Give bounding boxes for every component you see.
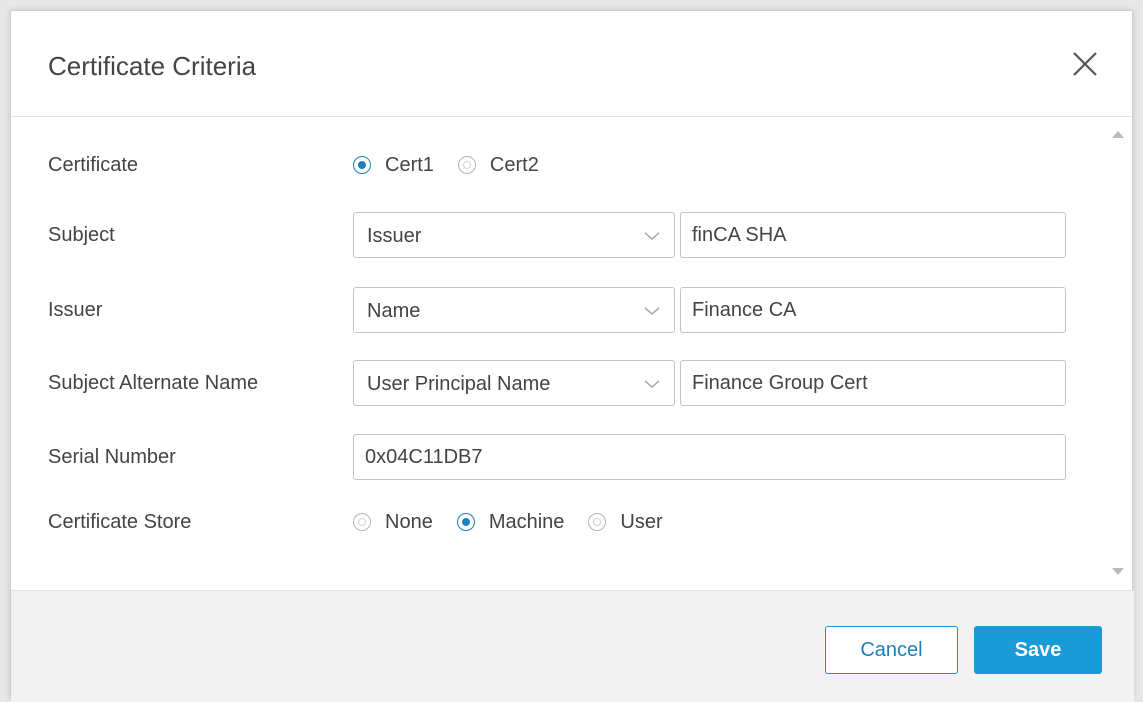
radio-button-unchecked[interactable] bbox=[588, 513, 607, 531]
radio-option-cert1[interactable]: Cert1 bbox=[353, 154, 434, 177]
scroll-up-arrow-icon[interactable] bbox=[1112, 131, 1124, 138]
chevron-down-icon bbox=[644, 307, 660, 315]
radio-label-cert1: Cert1 bbox=[385, 153, 434, 176]
radio-label-machine: Machine bbox=[488, 510, 565, 533]
radio-option-cert2[interactable]: Cert2 bbox=[457, 153, 539, 177]
san-select[interactable]: User Principal Name bbox=[353, 360, 675, 406]
radio-label-none: None bbox=[385, 510, 433, 533]
serial-row: Serial Number 0x04C11DB7 bbox=[48, 434, 1104, 480]
scroll-down-arrow-icon[interactable] bbox=[1112, 568, 1124, 575]
radio-button-unchecked[interactable] bbox=[457, 156, 476, 174]
san-row: Subject Alternate Name User Principal Na… bbox=[48, 360, 1104, 406]
radio-option-none[interactable]: None bbox=[353, 511, 433, 534]
certificate-criteria-dialog: Certificate Criteria Certificate Cert1 C… bbox=[10, 10, 1134, 702]
radio-option-machine[interactable]: Machine bbox=[456, 510, 565, 534]
serial-number-label: Serial Number bbox=[48, 446, 176, 468]
dialog-header: Certificate Criteria bbox=[11, 11, 1132, 117]
radio-label-cert2: Cert2 bbox=[489, 153, 539, 176]
subject-row: Subject Issuer finCA SHA bbox=[48, 212, 1104, 258]
issuer-label: Issuer bbox=[48, 299, 103, 321]
certificate-radio-group: Cert1 Cert2 bbox=[353, 142, 563, 188]
dialog-title: Certificate Criteria bbox=[48, 51, 257, 81]
cancel-button[interactable]: Cancel bbox=[825, 626, 958, 674]
subject-select-value: Issuer bbox=[367, 225, 422, 247]
subject-label: Subject bbox=[48, 224, 115, 246]
subject-input[interactable]: finCA SHA bbox=[680, 212, 1066, 258]
certificate-store-radio-group: None Machine User bbox=[353, 499, 687, 545]
issuer-select-value: Name bbox=[367, 300, 421, 322]
close-icon bbox=[1073, 52, 1097, 76]
chevron-down-icon bbox=[644, 232, 660, 240]
dialog-body: Certificate Cert1 Cert2 Subject Issuer f… bbox=[11, 117, 1104, 589]
certificate-store-label: Certificate Store bbox=[48, 511, 192, 533]
san-label: Subject Alternate Name bbox=[48, 372, 259, 394]
radio-button-checked[interactable] bbox=[456, 513, 475, 531]
issuer-row: Issuer Name Finance CA bbox=[48, 287, 1104, 333]
close-button[interactable] bbox=[1070, 49, 1100, 79]
issuer-select[interactable]: Name bbox=[353, 287, 675, 333]
save-button[interactable]: Save bbox=[974, 626, 1102, 674]
certificate-store-row: Certificate Store None Machine User bbox=[48, 499, 1104, 545]
san-input[interactable]: Finance Group Cert bbox=[680, 360, 1066, 406]
radio-option-user[interactable]: User bbox=[588, 510, 663, 534]
radio-button-unchecked[interactable] bbox=[353, 513, 371, 531]
certificate-row: Certificate Cert1 Cert2 bbox=[48, 142, 1104, 188]
serial-number-input[interactable]: 0x04C11DB7 bbox=[353, 434, 1066, 480]
san-select-value: User Principal Name bbox=[367, 373, 551, 395]
issuer-input[interactable]: Finance CA bbox=[680, 287, 1066, 333]
radio-label-user: User bbox=[620, 510, 663, 533]
chevron-down-icon bbox=[644, 380, 660, 388]
dialog-footer: Cancel Save bbox=[11, 590, 1134, 702]
radio-button-checked[interactable] bbox=[353, 156, 371, 174]
subject-select[interactable]: Issuer bbox=[353, 212, 675, 258]
vertical-scrollbar[interactable] bbox=[1104, 117, 1132, 589]
certificate-label: Certificate bbox=[48, 154, 139, 176]
